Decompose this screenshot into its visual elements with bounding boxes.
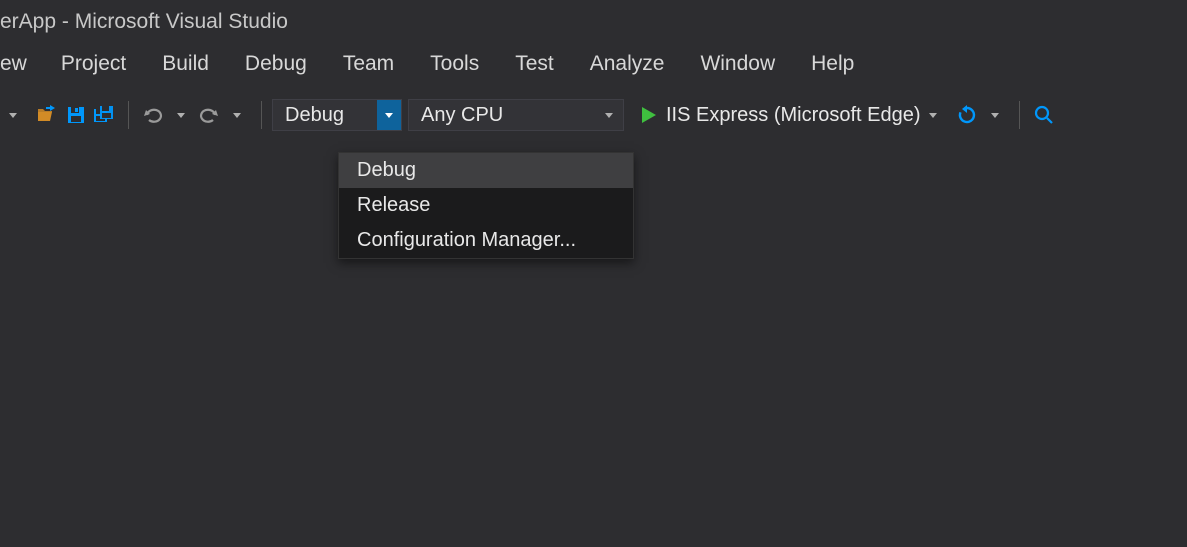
solution-configurations-combo[interactable]: Debug — [272, 99, 402, 131]
menu-debug[interactable]: Debug — [227, 46, 325, 82]
save-button[interactable] — [62, 100, 90, 130]
toolbar-separator — [1019, 101, 1020, 129]
chevron-down-icon — [927, 113, 939, 118]
redo-button[interactable] — [195, 100, 223, 130]
nav-back-split[interactable] — [0, 100, 28, 130]
run-target-label: IIS Express (Microsoft Edge) — [666, 104, 921, 127]
find-button[interactable] — [1030, 100, 1058, 130]
dropdown-item-debug[interactable]: Debug — [339, 153, 633, 188]
save-all-button[interactable] — [90, 100, 118, 130]
undo-button[interactable] — [139, 100, 167, 130]
toolbar-separator — [261, 101, 262, 129]
open-folder-icon — [36, 103, 60, 127]
menu-tools[interactable]: Tools — [412, 46, 497, 82]
redo-split[interactable] — [223, 100, 251, 130]
browser-link-refresh-button[interactable] — [953, 100, 981, 130]
save-icon — [65, 104, 87, 126]
refresh-icon — [956, 104, 978, 126]
chevron-down-icon — [231, 113, 243, 118]
menu-build[interactable]: Build — [144, 46, 227, 82]
undo-icon — [142, 104, 164, 126]
chevron-down-icon — [175, 113, 187, 118]
open-file-button[interactable] — [34, 100, 62, 130]
chevron-down-icon — [603, 113, 615, 118]
menu-view[interactable]: ew — [0, 46, 43, 82]
toolbar-separator — [128, 101, 129, 129]
chevron-down-icon — [7, 113, 19, 118]
undo-split[interactable] — [167, 100, 195, 130]
solution-platforms-combo[interactable]: Any CPU — [408, 99, 624, 131]
combo-caret — [377, 100, 401, 130]
redo-icon — [198, 104, 220, 126]
menu-analyze[interactable]: Analyze — [572, 46, 683, 82]
play-icon — [638, 105, 658, 125]
menu-help[interactable]: Help — [793, 46, 872, 82]
menu-team[interactable]: Team — [325, 46, 412, 82]
menu-test[interactable]: Test — [497, 46, 572, 82]
save-all-icon — [92, 104, 116, 126]
menu-window[interactable]: Window — [682, 46, 793, 82]
search-icon — [1033, 104, 1055, 126]
browser-link-split[interactable] — [981, 100, 1009, 130]
toolbar: Debug Any CPU IIS Express (Microsoft Edg… — [0, 92, 1187, 138]
titlebar: erApp - Microsoft Visual Studio — [0, 0, 1187, 44]
dropdown-item-release[interactable]: Release — [339, 188, 633, 223]
dropdown-item-configuration-manager[interactable]: Configuration Manager... — [339, 223, 633, 258]
solution-configurations-dropdown: Debug Release Configuration Manager... — [338, 152, 634, 259]
platform-selected-text: Any CPU — [421, 104, 503, 127]
menu-project[interactable]: Project — [43, 46, 144, 82]
config-selected-text: Debug — [285, 104, 344, 127]
menu-bar: ew Project Build Debug Team Tools Test A… — [0, 44, 1187, 84]
chevron-down-icon — [989, 113, 1001, 118]
window-title: erApp - Microsoft Visual Studio — [0, 10, 288, 34]
start-debugging-button[interactable]: IIS Express (Microsoft Edge) — [638, 104, 939, 127]
